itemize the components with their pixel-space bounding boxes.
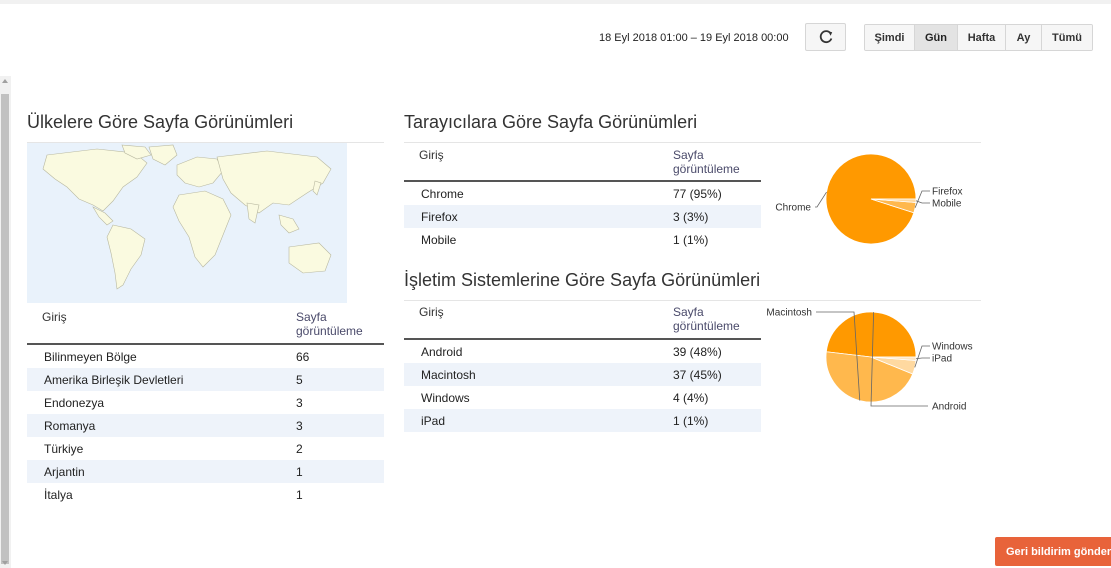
pie-leader-line (914, 190, 930, 208)
pie-label-mobile: Mobile (932, 199, 962, 210)
table-row: Mobile 1 (1%) (404, 228, 761, 251)
table-row: Amerika Birleşik Devletleri 5 (27, 368, 384, 391)
country-views: 1 (296, 460, 384, 483)
range-month-button[interactable]: Ay (1006, 25, 1042, 50)
refresh-icon (819, 30, 832, 43)
pie-label-android: Android (932, 402, 966, 413)
browser-name: Firefox (404, 205, 673, 228)
vertical-scrollbar[interactable] (0, 76, 11, 568)
os-section-title: İşletim Sistemlerine Göre Sayfa Görünüml… (404, 270, 761, 290)
feedback-button[interactable]: Geri bildirim gönder (995, 537, 1111, 566)
country-name: Bilinmeyen Bölge (44, 349, 137, 364)
pie-label-windows: Windows (932, 342, 973, 353)
range-week-button[interactable]: Hafta (958, 25, 1006, 50)
countries-section-title: Ülkelere Göre Sayfa Görünümleri (27, 112, 294, 132)
top-divider (0, 0, 1111, 4)
table-row: iPad 1 (1%) (404, 409, 761, 432)
pie-label-macintosh: Macintosh (766, 308, 812, 319)
browser-views: 77 (95%) (673, 186, 722, 201)
country-name: Türkiye (44, 441, 84, 456)
country-views: 2 (296, 441, 303, 456)
pie-leader-line (815, 191, 827, 208)
country-name: İtalya (44, 487, 73, 502)
country-views: 3 (296, 395, 303, 410)
os-views: 4 (4%) (673, 390, 709, 405)
table-row: Macintosh 37 (45%) (404, 363, 761, 386)
world-map (27, 143, 347, 303)
range-now-button[interactable]: Şimdi (865, 25, 915, 50)
os-col-views: Sayfa görüntüleme (673, 304, 761, 340)
os-name: iPad (404, 409, 673, 432)
country-name: Endonezya (44, 395, 105, 410)
countries-col-views: Sayfa görüntüleme (296, 309, 384, 345)
table-row: Türkiye 2 (27, 437, 384, 460)
pie-slice-android (825, 311, 917, 358)
browser-views: 3 (3%) (673, 205, 761, 228)
os-name: Android (421, 344, 463, 359)
browser-views: 1 (1%) (673, 232, 709, 247)
browsers-col-views: Sayfa görüntüleme (673, 146, 761, 182)
browsers-table: Giriş Sayfa görüntüleme Chrome 77 (95%) F… (404, 146, 761, 251)
table-row: Windows 4 (4%) (404, 386, 761, 409)
country-views: 5 (296, 368, 384, 391)
pie-label-ipad: iPad (932, 354, 952, 365)
pie-leader-line (915, 357, 930, 360)
countries-col-entry: Giriş (27, 309, 296, 345)
table-row: Endonezya 3 (27, 391, 384, 414)
date-range-label: 18 Eyl 2018 01:00 – 19 Eyl 2018 00:00 (599, 32, 789, 44)
country-name: Romanya (27, 414, 296, 437)
country-views: 3 (296, 414, 384, 437)
countries-table: Giriş Sayfa görüntüleme Bilinmeyen Bölge… (27, 309, 384, 506)
country-views: 1 (296, 487, 303, 502)
scrollbar-thumb[interactable] (1, 94, 9, 564)
table-row: Arjantin 1 (27, 460, 384, 483)
pie-label-firefox: Firefox (932, 187, 963, 198)
os-col-entry: Giriş (404, 304, 673, 340)
os-name: Windows (421, 390, 470, 405)
table-row: Romanya 3 (27, 414, 384, 437)
os-name: Macintosh (404, 363, 673, 386)
time-range-toggle: Şimdi Gün Hafta Ay Tümü (864, 24, 1093, 51)
browser-name: Chrome (421, 186, 464, 201)
range-all-button[interactable]: Tümü (1042, 25, 1092, 50)
refresh-button[interactable] (805, 23, 846, 51)
browser-name: Mobile (421, 232, 457, 247)
scroll-down-arrow-icon[interactable] (2, 561, 8, 565)
browsers-section-title: Tarayıcılara Göre Sayfa Görünümleri (404, 112, 698, 132)
browsers-col-entry: Giriş (404, 146, 673, 182)
table-row: Android 39 (48%) (404, 339, 761, 363)
pie-leader-line (914, 345, 930, 368)
os-views: 1 (1%) (673, 409, 761, 432)
browsers-divider (404, 142, 981, 143)
country-name: Amerika Birleşik Devletleri (27, 368, 296, 391)
os-views: 37 (45%) (673, 363, 761, 386)
range-day-button[interactable]: Gün (915, 25, 958, 50)
table-row: Bilinmeyen Bölge 66 (27, 344, 384, 368)
browsers-pie-chart: Chrome FirefoxMobile (775, 153, 963, 245)
table-row: Firefox 3 (3%) (404, 205, 761, 228)
table-row: Chrome 77 (95%) (404, 181, 761, 205)
scroll-up-arrow-icon[interactable] (2, 79, 8, 83)
os-views: 39 (48%) (673, 344, 722, 359)
pie-label-chrome: Chrome (775, 203, 811, 214)
table-row: İtalya 1 (27, 483, 384, 506)
country-views: 66 (296, 349, 310, 364)
os-table: Giriş Sayfa görüntüleme Android 39 (48%) … (404, 304, 761, 432)
os-pie-chart: Android Macintosh WindowsiPad (766, 308, 973, 413)
country-name: Arjantin (27, 460, 296, 483)
